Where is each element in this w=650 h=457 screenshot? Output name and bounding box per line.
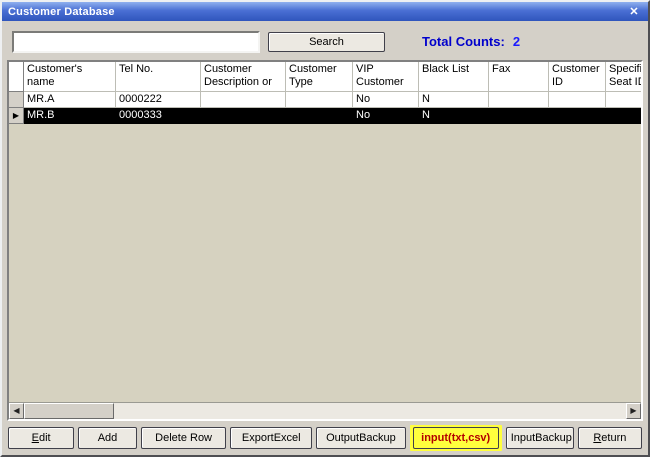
- cell-customer-id[interactable]: [549, 92, 606, 108]
- column-header-customer-id[interactable]: Customer ID: [549, 62, 606, 92]
- grid-empty-area: [9, 124, 641, 402]
- return-button[interactable]: Return: [578, 427, 642, 449]
- selector-header-cell: [9, 62, 24, 92]
- column-header-customers-name[interactable]: Customer's name: [24, 62, 116, 92]
- scroll-left-icon[interactable]: ◀: [9, 403, 24, 419]
- input-txt-csv-button[interactable]: input(txt,csv): [413, 427, 499, 449]
- scrollbar-thumb[interactable]: [24, 403, 114, 419]
- search-input[interactable]: [12, 31, 260, 53]
- input-backup-button[interactable]: InputBackup: [506, 427, 574, 449]
- cell-description[interactable]: [201, 92, 286, 108]
- output-backup-button[interactable]: OutputBackup: [316, 427, 406, 449]
- cell-customer-name[interactable]: MR.B: [24, 108, 116, 124]
- total-counts-label: Total Counts:: [422, 34, 505, 49]
- highlight-wrapper: input(txt,csv): [410, 425, 502, 451]
- column-header-vip-customer[interactable]: VIP Customer: [353, 62, 419, 92]
- row-selector-indicator[interactable]: ▶: [9, 108, 24, 124]
- column-header-black-list[interactable]: Black List: [419, 62, 489, 92]
- cell-customer-name[interactable]: MR.A: [24, 92, 116, 108]
- bottom-button-bar: Edit Add Delete Row ExportExcel OutputBa…: [8, 426, 642, 450]
- search-toolbar: Search Total Counts: 2: [2, 21, 648, 60]
- cell-vip-customer[interactable]: No: [353, 92, 419, 108]
- total-counts: Total Counts: 2: [422, 34, 520, 49]
- cell-fax[interactable]: [489, 108, 549, 124]
- close-icon[interactable]: ✕: [626, 5, 642, 19]
- row-selector[interactable]: [9, 92, 24, 108]
- cell-customer-type[interactable]: [286, 92, 353, 108]
- cell-tel-no[interactable]: 0000222: [116, 92, 201, 108]
- column-header-customer-description[interactable]: Customer Description or: [201, 62, 286, 92]
- cell-black-list[interactable]: N: [419, 92, 489, 108]
- edit-button[interactable]: Edit: [8, 427, 74, 449]
- column-header-tel-no[interactable]: Tel No.: [116, 62, 201, 92]
- table-row[interactable]: MR.A 0000222 No N: [9, 92, 643, 108]
- scrollbar-track[interactable]: [114, 403, 626, 419]
- horizontal-scrollbar[interactable]: ◀ ▶: [9, 402, 641, 419]
- cell-vip-customer[interactable]: No: [353, 108, 419, 124]
- title-bar[interactable]: Customer Database ✕: [2, 2, 648, 21]
- cell-black-list[interactable]: N: [419, 108, 489, 124]
- column-header-customer-type[interactable]: Customer Type: [286, 62, 353, 92]
- cell-description[interactable]: [201, 108, 286, 124]
- search-button[interactable]: Search: [268, 32, 385, 52]
- customer-database-window: Customer Database ✕ Search Total Counts:…: [0, 0, 650, 457]
- total-counts-value: 2: [513, 34, 520, 49]
- scroll-right-icon[interactable]: ▶: [626, 403, 641, 419]
- cell-tel-no[interactable]: 0000333: [116, 108, 201, 124]
- delete-row-button[interactable]: Delete Row: [141, 427, 227, 449]
- cell-customer-id[interactable]: [549, 108, 606, 124]
- grid-header: Customer's name Tel No. Customer Descrip…: [9, 62, 643, 92]
- cell-customer-type[interactable]: [286, 108, 353, 124]
- add-button[interactable]: Add: [78, 427, 137, 449]
- customer-grid: Customer's name Tel No. Customer Descrip…: [7, 60, 643, 421]
- cell-seat-id[interactable]: [606, 92, 643, 108]
- cell-seat-id[interactable]: [606, 108, 643, 124]
- cell-fax[interactable]: [489, 92, 549, 108]
- column-header-fax[interactable]: Fax: [489, 62, 549, 92]
- export-excel-button[interactable]: ExportExcel: [230, 427, 312, 449]
- window-title: Customer Database: [8, 6, 115, 18]
- column-header-specified-seat-id[interactable]: Specified Seat ID: [606, 62, 643, 92]
- table-row-selected[interactable]: ▶ MR.B 0000333 No N: [9, 108, 643, 124]
